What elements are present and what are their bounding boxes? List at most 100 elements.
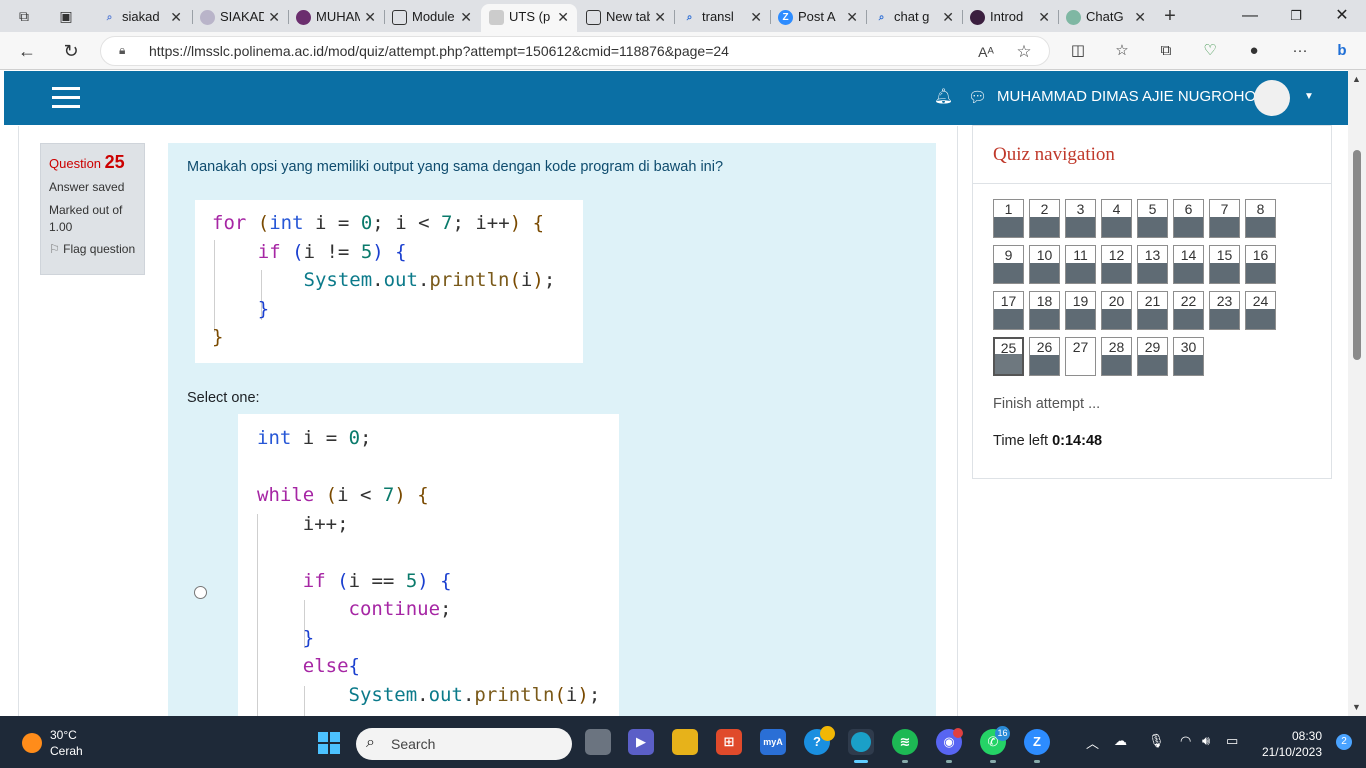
close-icon[interactable]: ✕	[170, 4, 182, 30]
quiz-nav-question-9[interactable]: 9	[993, 245, 1024, 284]
microsoft-store-icon[interactable]: ⊞	[716, 729, 742, 755]
system-clock[interactable]: 08:30 21/10/2023	[1262, 728, 1322, 760]
tab-muhammad[interactable]: MUHAMMAD ✕	[288, 4, 384, 32]
scrollbar-thumb[interactable]	[1353, 150, 1361, 360]
quiz-nav-question-3[interactable]: 3	[1065, 199, 1096, 238]
tab-chatgpt[interactable]: ChatG ✕	[1058, 4, 1154, 32]
quiz-nav-question-7[interactable]: 7	[1209, 199, 1240, 238]
quiz-nav-question-23[interactable]: 23	[1209, 291, 1240, 330]
quiz-nav-question-24[interactable]: 24	[1245, 291, 1276, 330]
quiz-nav-question-14[interactable]: 14	[1173, 245, 1204, 284]
tab-translate[interactable]: ⌕ transl ✕	[674, 4, 770, 32]
onedrive-cloud-icon[interactable]: ☁	[1114, 733, 1127, 749]
quiz-nav-question-18[interactable]: 18	[1029, 291, 1060, 330]
quiz-nav-question-10[interactable]: 10	[1029, 245, 1060, 284]
edge-browser-icon[interactable]	[848, 729, 874, 755]
close-icon[interactable]: ✕	[1134, 4, 1146, 30]
task-view-icon[interactable]	[585, 729, 611, 755]
quiz-nav-question-6[interactable]: 6	[1173, 199, 1204, 238]
close-icon[interactable]: ✕	[942, 4, 954, 30]
new-tab-plus-icon[interactable]: +	[1160, 6, 1180, 26]
flag-question-link[interactable]: ⚐ Flag question	[49, 242, 136, 256]
profile-icon[interactable]: ●	[1242, 40, 1266, 62]
quiz-nav-question-4[interactable]: 4	[1101, 199, 1132, 238]
tab-new-tab[interactable]: New tab ✕	[578, 4, 674, 32]
user-name[interactable]: MUHAMMAD DIMAS AJIE NUGROHO	[997, 88, 1256, 105]
quiz-nav-question-16[interactable]: 16	[1245, 245, 1276, 284]
restore-icon[interactable]: ❐	[1276, 4, 1316, 28]
scroll-down-icon[interactable]: ▼	[1352, 702, 1361, 712]
quiz-nav-question-21[interactable]: 21	[1137, 291, 1168, 330]
spotify-icon[interactable]: ≋	[892, 729, 918, 755]
myasus-icon[interactable]: myA	[760, 729, 786, 755]
chevron-down-icon[interactable]: ▼	[1304, 91, 1314, 102]
quiz-nav-question-22[interactable]: 22	[1173, 291, 1204, 330]
copilot-icon[interactable]: b	[1330, 40, 1354, 62]
volume-icon[interactable]: 🔊︎	[1202, 733, 1210, 749]
menu-hamburger-icon[interactable]	[52, 87, 80, 109]
tab-module[interactable]: Module ✕	[384, 4, 480, 32]
weather-sun-icon[interactable]	[22, 733, 42, 753]
close-icon[interactable]: ✕	[364, 4, 376, 30]
finish-attempt-link[interactable]: Finish attempt ...	[993, 396, 1100, 412]
quiz-nav-question-20[interactable]: 20	[1101, 291, 1132, 330]
tab-actions-icon[interactable]: ▣	[56, 6, 76, 26]
tab-siakad[interactable]: ⌕ siakad ✕	[94, 4, 190, 32]
notification-count-badge[interactable]: 2	[1336, 734, 1352, 750]
close-icon[interactable]: ✕	[750, 4, 762, 30]
quiz-nav-question-28[interactable]: 28	[1101, 337, 1132, 376]
browser-essentials-icon[interactable]: ♡	[1198, 40, 1222, 62]
quiz-nav-question-27[interactable]: 27	[1065, 337, 1096, 376]
collections-icon[interactable]: ⧉	[1154, 40, 1178, 62]
zoom-icon[interactable]: Z	[1024, 729, 1050, 755]
tab-chat-search[interactable]: ⌕ chat g ✕	[866, 4, 962, 32]
weather-temperature[interactable]: 30°C	[50, 728, 77, 742]
quiz-nav-question-25[interactable]: 25	[993, 337, 1024, 376]
scroll-up-icon[interactable]: ▲	[1352, 74, 1361, 84]
quiz-nav-question-8[interactable]: 8	[1245, 199, 1276, 238]
close-icon[interactable]: ✕	[1038, 4, 1050, 30]
quiz-nav-question-19[interactable]: 19	[1065, 291, 1096, 330]
minimize-icon[interactable]: —	[1230, 4, 1270, 28]
close-icon[interactable]: ✕	[557, 4, 569, 30]
quiz-nav-question-26[interactable]: 26	[1029, 337, 1060, 376]
wifi-icon[interactable]: ◠	[1180, 733, 1191, 749]
back-icon[interactable]: ←	[14, 39, 40, 63]
read-aloud-icon[interactable]: Aᴬ	[975, 41, 997, 63]
bell-icon[interactable]: 🔔︎	[934, 87, 953, 107]
message-icon[interactable]: 💬︎	[968, 88, 988, 106]
tab-siakad-2[interactable]: SIAKAD ✕	[192, 4, 288, 32]
teams-chat-icon[interactable]: ▶	[628, 729, 654, 755]
favorites-icon[interactable]: ☆	[1110, 40, 1134, 62]
taskbar-search-box[interactable]: ⌕ Search	[356, 728, 572, 760]
window-close-icon[interactable]: ✕	[1322, 4, 1362, 28]
quiz-nav-question-5[interactable]: 5	[1137, 199, 1168, 238]
tab-uts-active[interactable]: UTS (p ✕	[481, 4, 577, 32]
quiz-nav-question-30[interactable]: 30	[1173, 337, 1204, 376]
quiz-nav-question-2[interactable]: 2	[1029, 199, 1060, 238]
quiz-nav-question-12[interactable]: 12	[1101, 245, 1132, 284]
workspaces-icon[interactable]: ⧉	[14, 6, 34, 26]
quiz-nav-question-17[interactable]: 17	[993, 291, 1024, 330]
close-icon[interactable]: ✕	[846, 4, 858, 30]
split-screen-icon[interactable]: ◫	[1066, 40, 1090, 62]
page-scrollbar[interactable]: ▲ ▼	[1348, 70, 1366, 716]
avatar[interactable]	[1254, 80, 1290, 116]
file-explorer-icon[interactable]	[672, 729, 698, 755]
windows-start-icon[interactable]	[318, 732, 340, 754]
tab-introducing[interactable]: Introd ✕	[962, 4, 1058, 32]
tab-post[interactable]: Z Post A ✕	[770, 4, 866, 32]
favorite-star-icon[interactable]: ☆	[1013, 41, 1035, 63]
microphone-icon[interactable]: 🎙︎	[1148, 733, 1165, 749]
more-options-icon[interactable]: ···	[1288, 40, 1312, 62]
quiz-nav-question-15[interactable]: 15	[1209, 245, 1240, 284]
close-icon[interactable]: ✕	[268, 4, 280, 30]
refresh-icon[interactable]: ↻	[58, 39, 84, 63]
quiz-nav-question-1[interactable]: 1	[993, 199, 1024, 238]
tray-chevron-up-icon[interactable]: ︿	[1086, 733, 1099, 752]
option-a-radio[interactable]	[194, 586, 207, 599]
close-icon[interactable]: ✕	[654, 4, 666, 30]
url-field[interactable]: 🔒︎ https://lmsslc.polinema.ac.id/mod/qui…	[100, 36, 1050, 66]
quiz-nav-question-11[interactable]: 11	[1065, 245, 1096, 284]
close-icon[interactable]: ✕	[460, 4, 472, 30]
